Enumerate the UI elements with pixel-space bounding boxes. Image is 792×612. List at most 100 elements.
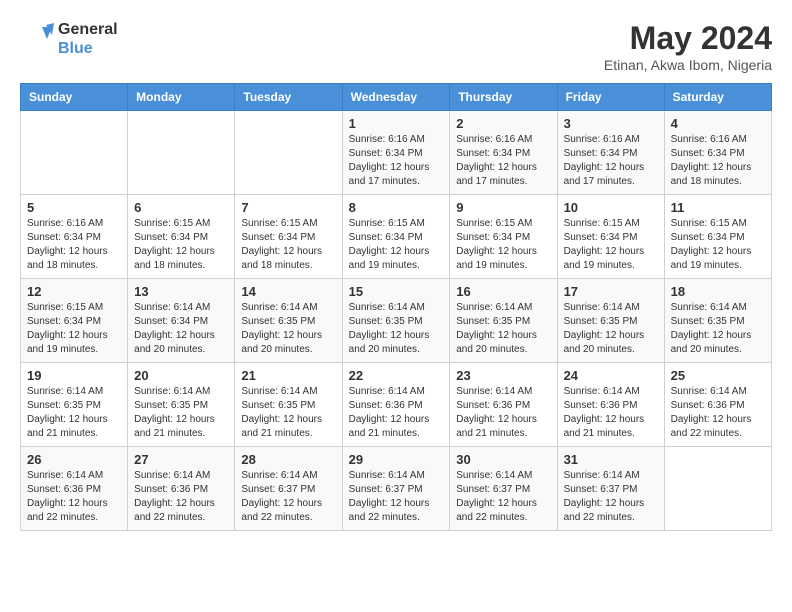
- logo-text: General Blue: [58, 20, 118, 58]
- day-info: Sunrise: 6:16 AM Sunset: 6:34 PM Dayligh…: [456, 133, 550, 189]
- calendar-cell: 13 Sunrise: 6:14 AM Sunset: 6:34 PM Dayli…: [128, 279, 235, 363]
- calendar-header-row: SundayMondayTuesdayWednesdayThursdayFrid…: [21, 84, 772, 111]
- day-info: Sunrise: 6:14 AM Sunset: 6:35 PM Dayligh…: [349, 301, 444, 357]
- day-info: Sunrise: 6:16 AM Sunset: 6:34 PM Dayligh…: [349, 133, 444, 189]
- day-info: Sunrise: 6:14 AM Sunset: 6:36 PM Dayligh…: [671, 385, 765, 441]
- day-info: Sunrise: 6:15 AM Sunset: 6:34 PM Dayligh…: [564, 217, 658, 273]
- logo-container: General Blue: [20, 20, 118, 58]
- calendar-cell: [128, 111, 235, 195]
- logo-svg: [20, 21, 56, 57]
- logo-line2: Blue: [58, 39, 118, 58]
- calendar-cell: 5Sunrise: 6:16 AM Sunset: 6:34 PM Daylig…: [21, 195, 128, 279]
- header-thursday: Thursday: [450, 84, 557, 111]
- header-saturday: Saturday: [664, 84, 771, 111]
- day-info: Sunrise: 6:14 AM Sunset: 6:37 PM Dayligh…: [349, 469, 444, 525]
- logo-graphic: [20, 21, 56, 57]
- day-number: 19: [27, 368, 121, 383]
- day-info: Sunrise: 6:14 AM Sunset: 6:36 PM Dayligh…: [349, 385, 444, 441]
- calendar-cell: 17 Sunrise: 6:14 AM Sunset: 6:35 PM Dayli…: [557, 279, 664, 363]
- day-info: Sunrise: 6:14 AM Sunset: 6:35 PM Dayligh…: [671, 301, 765, 357]
- page-header: General Blue May 2024 Etinan, Akwa Ibom,…: [20, 20, 772, 73]
- day-number: 2: [456, 116, 550, 131]
- calendar-week-row: 1 Sunrise: 6:16 AM Sunset: 6:34 PM Daylig…: [21, 111, 772, 195]
- calendar-cell: 18Sunrise: 6:14 AM Sunset: 6:35 PM Dayli…: [664, 279, 771, 363]
- day-info: Sunrise: 6:14 AM Sunset: 6:37 PM Dayligh…: [456, 469, 550, 525]
- day-info: Sunrise: 6:14 AM Sunset: 6:36 PM Dayligh…: [456, 385, 550, 441]
- calendar-cell: 21Sunrise: 6:14 AM Sunset: 6:35 PM Dayli…: [235, 363, 342, 447]
- calendar-week-row: 12Sunrise: 6:15 AM Sunset: 6:34 PM Dayli…: [21, 279, 772, 363]
- day-number: 13: [134, 284, 228, 299]
- day-info: Sunrise: 6:14 AM Sunset: 6:36 PM Dayligh…: [27, 469, 121, 525]
- day-number: 24: [564, 368, 658, 383]
- day-number: 9: [456, 200, 550, 215]
- day-number: 1: [349, 116, 444, 131]
- day-number: 31: [564, 452, 658, 467]
- day-number: 30: [456, 452, 550, 467]
- day-info: Sunrise: 6:14 AM Sunset: 6:35 PM Dayligh…: [564, 301, 658, 357]
- day-info: Sunrise: 6:16 AM Sunset: 6:34 PM Dayligh…: [671, 133, 765, 189]
- day-number: 6: [134, 200, 228, 215]
- calendar-cell: 25Sunrise: 6:14 AM Sunset: 6:36 PM Dayli…: [664, 363, 771, 447]
- calendar-cell: 24Sunrise: 6:14 AM Sunset: 6:36 PM Dayli…: [557, 363, 664, 447]
- calendar-cell: 22 Sunrise: 6:14 AM Sunset: 6:36 PM Dayli…: [342, 363, 450, 447]
- header-friday: Friday: [557, 84, 664, 111]
- day-number: 28: [241, 452, 335, 467]
- calendar-cell: 30 Sunrise: 6:14 AM Sunset: 6:37 PM Dayli…: [450, 447, 557, 531]
- day-info: Sunrise: 6:14 AM Sunset: 6:37 PM Dayligh…: [241, 469, 335, 525]
- day-info: Sunrise: 6:15 AM Sunset: 6:34 PM Dayligh…: [349, 217, 444, 273]
- calendar-week-row: 26Sunrise: 6:14 AM Sunset: 6:36 PM Dayli…: [21, 447, 772, 531]
- day-number: 3: [564, 116, 658, 131]
- day-info: Sunrise: 6:14 AM Sunset: 6:36 PM Dayligh…: [134, 469, 228, 525]
- calendar-cell: 27 Sunrise: 6:14 AM Sunset: 6:36 PM Dayli…: [128, 447, 235, 531]
- day-info: Sunrise: 6:14 AM Sunset: 6:35 PM Dayligh…: [456, 301, 550, 357]
- header-tuesday: Tuesday: [235, 84, 342, 111]
- day-info: Sunrise: 6:15 AM Sunset: 6:34 PM Dayligh…: [134, 217, 228, 273]
- calendar-cell: 6 Sunrise: 6:15 AM Sunset: 6:34 PM Daylig…: [128, 195, 235, 279]
- day-number: 5: [27, 200, 121, 215]
- calendar-cell: 3 Sunrise: 6:16 AM Sunset: 6:34 PM Daylig…: [557, 111, 664, 195]
- calendar-cell: 16Sunrise: 6:14 AM Sunset: 6:35 PM Dayli…: [450, 279, 557, 363]
- day-number: 15: [349, 284, 444, 299]
- calendar-cell: [235, 111, 342, 195]
- day-info: Sunrise: 6:14 AM Sunset: 6:35 PM Dayligh…: [27, 385, 121, 441]
- day-number: 27: [134, 452, 228, 467]
- calendar-cell: 15 Sunrise: 6:14 AM Sunset: 6:35 PM Dayli…: [342, 279, 450, 363]
- day-number: 23: [456, 368, 550, 383]
- day-info: Sunrise: 6:15 AM Sunset: 6:34 PM Dayligh…: [671, 217, 765, 273]
- calendar-cell: 7 Sunrise: 6:15 AM Sunset: 6:34 PM Daylig…: [235, 195, 342, 279]
- calendar-table: SundayMondayTuesdayWednesdayThursdayFrid…: [20, 83, 772, 531]
- calendar-cell: 14Sunrise: 6:14 AM Sunset: 6:35 PM Dayli…: [235, 279, 342, 363]
- day-number: 29: [349, 452, 444, 467]
- day-info: Sunrise: 6:15 AM Sunset: 6:34 PM Dayligh…: [241, 217, 335, 273]
- calendar-cell: 23 Sunrise: 6:14 AM Sunset: 6:36 PM Dayli…: [450, 363, 557, 447]
- calendar-week-row: 5Sunrise: 6:16 AM Sunset: 6:34 PM Daylig…: [21, 195, 772, 279]
- calendar-cell: [664, 447, 771, 531]
- title-block: May 2024 Etinan, Akwa Ibom, Nigeria: [604, 20, 772, 73]
- calendar-cell: 10Sunrise: 6:15 AM Sunset: 6:34 PM Dayli…: [557, 195, 664, 279]
- day-number: 14: [241, 284, 335, 299]
- logo-line1: General: [58, 20, 118, 39]
- calendar-cell: 2 Sunrise: 6:16 AM Sunset: 6:34 PM Daylig…: [450, 111, 557, 195]
- day-info: Sunrise: 6:14 AM Sunset: 6:35 PM Dayligh…: [241, 385, 335, 441]
- day-number: 4: [671, 116, 765, 131]
- calendar-cell: 1 Sunrise: 6:16 AM Sunset: 6:34 PM Daylig…: [342, 111, 450, 195]
- calendar-cell: 9 Sunrise: 6:15 AM Sunset: 6:34 PM Daylig…: [450, 195, 557, 279]
- day-number: 11: [671, 200, 765, 215]
- calendar-cell: 28 Sunrise: 6:14 AM Sunset: 6:37 PM Dayli…: [235, 447, 342, 531]
- day-info: Sunrise: 6:15 AM Sunset: 6:34 PM Dayligh…: [456, 217, 550, 273]
- day-number: 22: [349, 368, 444, 383]
- calendar-cell: 29 Sunrise: 6:14 AM Sunset: 6:37 PM Dayli…: [342, 447, 450, 531]
- calendar-cell: 11 Sunrise: 6:15 AM Sunset: 6:34 PM Dayli…: [664, 195, 771, 279]
- day-info: Sunrise: 6:14 AM Sunset: 6:34 PM Dayligh…: [134, 301, 228, 357]
- day-info: Sunrise: 6:14 AM Sunset: 6:35 PM Dayligh…: [134, 385, 228, 441]
- day-info: Sunrise: 6:16 AM Sunset: 6:34 PM Dayligh…: [564, 133, 658, 189]
- calendar-week-row: 19 Sunrise: 6:14 AM Sunset: 6:35 PM Dayli…: [21, 363, 772, 447]
- day-number: 7: [241, 200, 335, 215]
- header-monday: Monday: [128, 84, 235, 111]
- calendar-title: May 2024: [604, 20, 772, 57]
- day-number: 17: [564, 284, 658, 299]
- day-info: Sunrise: 6:15 AM Sunset: 6:34 PM Dayligh…: [27, 301, 121, 357]
- calendar-cell: 19 Sunrise: 6:14 AM Sunset: 6:35 PM Dayli…: [21, 363, 128, 447]
- logo: General Blue: [20, 20, 118, 58]
- header-wednesday: Wednesday: [342, 84, 450, 111]
